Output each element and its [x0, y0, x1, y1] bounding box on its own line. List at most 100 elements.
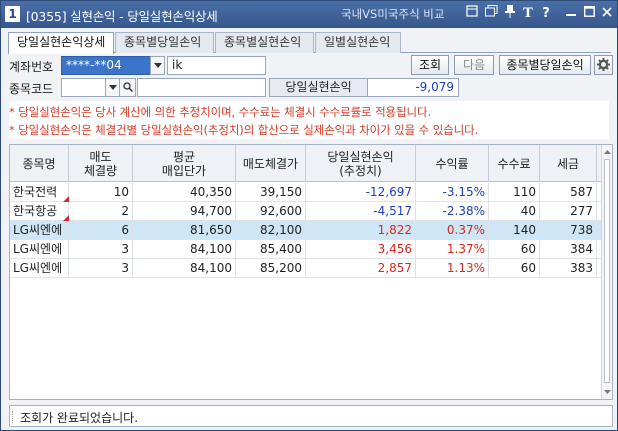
cell-sell-qty: 10 — [69, 183, 133, 202]
cell-tax: 738 — [540, 221, 597, 240]
cell-avg-price: 94,700 — [133, 202, 236, 221]
col-header-stock-name[interactable]: 종목명 — [10, 145, 69, 182]
restore-layout-icon[interactable] — [464, 5, 480, 23]
cell-realized-pnl: 2,857 — [306, 259, 416, 278]
pin-icon[interactable] — [502, 5, 518, 23]
cell-realized-pnl: 3,456 — [306, 240, 416, 259]
status-message: 조회가 완료되었습니다. — [20, 411, 139, 425]
tab-bar: 당일실현손익상세 종목별당일손익 종목별실현손익 일별실현손익 — [8, 31, 611, 54]
search-icon — [122, 82, 133, 93]
cell-tax: 587 — [540, 183, 597, 202]
cell-tax: 383 — [540, 259, 597, 278]
app-window: 1 [0355] 실현손익 - 당일실현손익상세 국내VS미국주식 비교 T ?… — [0, 0, 618, 431]
maximize-icon[interactable] — [581, 5, 597, 23]
cell-stock-name: LG씨엔에 — [10, 259, 69, 278]
tab-by-stock-realized[interactable]: 종목별실현손익 — [215, 32, 314, 53]
table-row[interactable]: 한국전력 10 40,350 39,150 -12,697 -3.15% 110 587 — [10, 183, 602, 202]
account-dropdown-button[interactable] — [150, 56, 165, 75]
table-header: 종목명 매도 체결량 평균 매입단가 매도체결가 당일실현손익 (추정치) 수익… — [10, 145, 602, 182]
cell-realized-pnl: -4,517 — [306, 202, 416, 221]
cell-fee: 110 — [489, 183, 540, 202]
stock-search-button[interactable] — [119, 78, 136, 97]
cell-return-rate: 0.37% — [416, 221, 489, 240]
cell-avg-price: 40,350 — [133, 183, 236, 202]
compare-link[interactable]: 국내VS미국주식 비교 — [341, 6, 444, 22]
chevron-down-icon — [108, 85, 117, 90]
realized-pnl-table[interactable]: 종목명 매도 체결량 평균 매입단가 매도체결가 당일실현손익 (추정치) 수익… — [9, 144, 613, 400]
cell-avg-price: 81,650 — [133, 221, 236, 240]
cell-stock-name: LG씨엔에 — [10, 221, 69, 240]
table-row[interactable]: LG씨엔에 3 84,100 85,400 3,456 1.37% 60 384 — [10, 240, 602, 259]
by-stock-daily-button[interactable]: 종목별당일손익 — [499, 55, 591, 75]
scroll-up-icon[interactable] — [602, 146, 612, 158]
col-header-return-rate[interactable]: 수익률 — [416, 145, 489, 182]
tab-by-stock-daily[interactable]: 종목별당일손익 — [115, 32, 214, 53]
status-grip — [12, 411, 15, 423]
table-row[interactable]: 한국항공 2 94,700 92,600 -4,517 -2.38% 40 277 — [10, 202, 602, 221]
account-label: 계좌번호 — [9, 60, 54, 74]
next-button[interactable]: 다음 — [454, 55, 494, 75]
table-row[interactable]: LG씨엔에 3 84,100 85,200 2,857 1.13% 60 383 — [10, 259, 602, 278]
account-name-field[interactable]: ik — [167, 56, 266, 75]
cell-return-rate: 1.13% — [416, 259, 489, 278]
col-header-avg-price[interactable]: 평균 매입단가 — [133, 145, 236, 182]
vertical-scrollbar[interactable] — [601, 145, 612, 399]
cell-sell-price: 85,400 — [236, 240, 306, 259]
scroll-down-icon[interactable] — [602, 386, 612, 398]
notice-box: * 당일실현손익은 당사 계산에 의한 추정치이며, 수수료는 체결시 수수료률… — [9, 101, 609, 139]
cell-sell-qty: 3 — [69, 240, 133, 259]
cell-fee: 40 — [489, 202, 540, 221]
cell-fee: 60 — [489, 240, 540, 259]
close-icon[interactable] — [599, 5, 615, 23]
notice-line-1: * 당일실현손익은 당사 계산에 의한 추정치이며, 수수료는 체결시 수수료률… — [9, 105, 432, 119]
cell-tax: 384 — [540, 240, 597, 259]
stock-code-field[interactable] — [61, 78, 106, 97]
minimize-icon[interactable] — [563, 5, 579, 23]
stock-code-label: 종목코드 — [9, 82, 54, 96]
col-header-realized-pnl[interactable]: 당일실현손익 (추정치) — [306, 145, 416, 182]
cell-fee: 60 — [489, 259, 540, 278]
table-row[interactable]: LG씨엔에 6 81,650 82,100 1,822 0.37% 140 738 — [10, 221, 602, 240]
stock-code-dropdown-button[interactable] — [105, 78, 120, 97]
title-bar[interactable]: 1 [0355] 실현손익 - 당일실현손익상세 국내VS미국주식 비교 T ? — [1, 1, 617, 28]
col-header-sell-qty[interactable]: 매도 체결량 — [69, 145, 133, 182]
cell-avg-price: 84,100 — [133, 240, 236, 259]
cell-return-rate: -3.15% — [416, 183, 489, 202]
cell-sell-qty: 6 — [69, 221, 133, 240]
help-icon[interactable]: ? — [538, 5, 554, 23]
font-size-icon[interactable]: T — [520, 5, 536, 23]
copy-window-icon[interactable] — [483, 5, 499, 23]
col-header-tax[interactable]: 세금 — [540, 145, 597, 182]
chevron-down-icon — [153, 63, 162, 68]
realized-pnl-label: 당일실현손익 — [269, 78, 368, 97]
cell-avg-price: 84,100 — [133, 259, 236, 278]
cell-return-rate: 1.37% — [416, 240, 489, 259]
notice-line-2: * 당일실현손익은 체결건별 당일실현손익(추정치)의 합산으로 실제손익과 차… — [9, 123, 479, 137]
window-number-badge[interactable]: 1 — [5, 6, 20, 22]
status-bar: 조회가 완료되었습니다. — [9, 405, 613, 427]
cell-sell-price: 85,200 — [236, 259, 306, 278]
query-button[interactable]: 조회 — [411, 55, 449, 75]
tab-daily-realized[interactable]: 일별실현손익 — [315, 32, 401, 53]
cell-realized-pnl: -12,697 — [306, 183, 416, 202]
account-number-field[interactable]: ****-**04 — [61, 56, 151, 75]
cell-sell-price: 82,100 — [236, 221, 306, 240]
cell-sell-qty: 2 — [69, 202, 133, 221]
scrollbar-thumb[interactable] — [604, 159, 610, 383]
cell-return-rate: -2.38% — [416, 202, 489, 221]
cell-stock-name: 한국전력 — [10, 183, 69, 202]
settings-button[interactable] — [594, 55, 613, 75]
cell-realized-pnl: 1,822 — [306, 221, 416, 240]
cell-tax: 277 — [540, 202, 597, 221]
tab-daily-realized-detail[interactable]: 당일실현손익상세 — [8, 32, 114, 54]
col-header-fee[interactable]: 수수료 — [489, 145, 540, 182]
gear-icon — [597, 58, 610, 71]
col-header-sell-price[interactable]: 매도체결가 — [236, 145, 306, 182]
cell-sell-price: 92,600 — [236, 202, 306, 221]
cell-sell-price: 39,150 — [236, 183, 306, 202]
stock-name-field[interactable] — [137, 78, 266, 97]
cell-sell-qty: 3 — [69, 259, 133, 278]
window-title: [0355] 실현손익 - 당일실현손익상세 — [26, 9, 218, 24]
cell-stock-name: 한국항공 — [10, 202, 69, 221]
realized-pnl-value: -9,079 — [367, 78, 459, 97]
